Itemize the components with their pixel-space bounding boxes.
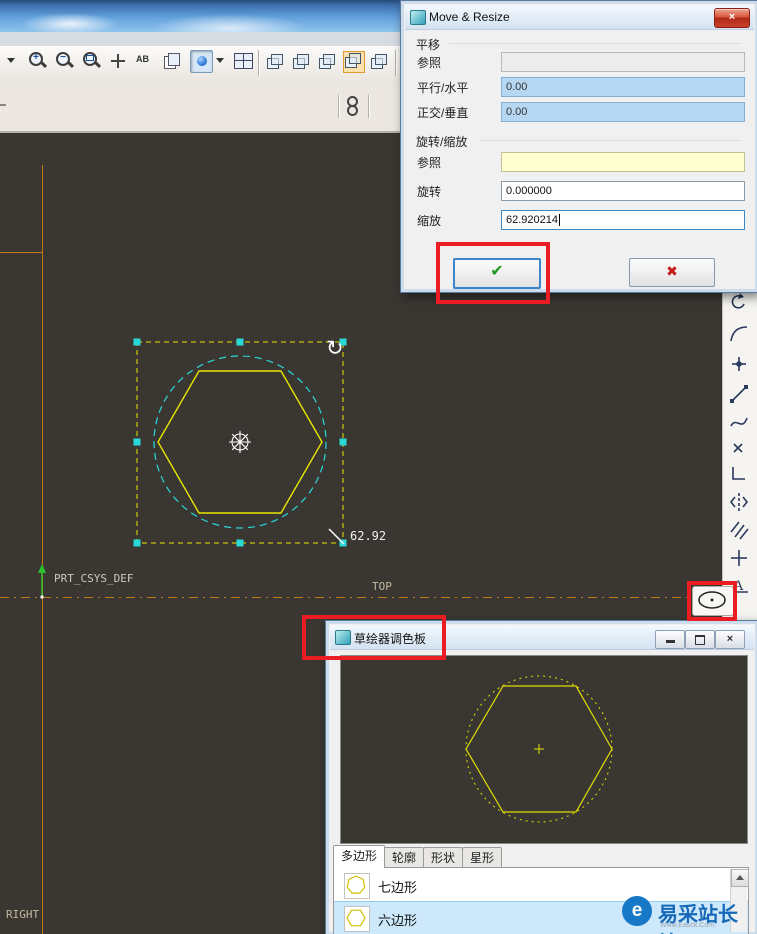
cube-exploded-icon[interactable] [370,53,388,70]
tab-shape[interactable]: 形状 [423,847,464,868]
maximize-button[interactable] [685,630,715,649]
close-icon: × [726,633,734,645]
scroll-up-button[interactable] [731,869,749,887]
tab-polygon[interactable]: 多边形 [333,845,386,868]
scroll-up-icon [736,875,744,880]
corner-icon[interactable] [727,462,753,488]
top-datum-label: TOP [372,580,392,593]
ref-label: 参照 [417,56,442,70]
mirror-icon[interactable] [727,490,753,516]
scale-label: 缩放 [417,214,442,228]
cube-wireframe-icon[interactable] [266,53,284,70]
palette-title: 草绘器调色板 [354,632,427,646]
main-toolbar: + − AB [0,46,400,83]
hexagon-thumb [344,906,370,932]
ref2-input[interactable] [501,152,745,172]
x-icon: ✖ [666,263,678,279]
palette-close-button[interactable]: × [715,630,745,649]
cube-hidden-line-icon[interactable] [292,53,310,70]
shaded-display-toggle[interactable] [190,50,213,73]
hatch-icon[interactable] [727,518,753,544]
dropdown-caret-icon[interactable] [7,58,15,63]
check-icon: ✔ [490,263,504,280]
sketcher-palette-dialog: 草绘器调色板 × 多边形 轮廓 形状 星形 七边形 六边形 [325,620,757,934]
section-outline-vertical [42,165,43,934]
dialog-app-icon [410,10,426,25]
center-anchor-icon [229,431,251,453]
palette-app-icon [335,630,351,645]
tab-profile[interactable]: 轮廓 [384,847,425,868]
ellipse-icon [698,591,726,609]
palette-titlebar[interactable]: 草绘器调色板 × [330,625,754,650]
preview-center-cross [534,744,544,754]
refit-icon[interactable] [110,53,126,69]
app-root: PRT_CSYS_DEF TOP RIGHT 62.92 ↻ + − AB A … [0,0,757,934]
section-outline-horizontal [0,252,43,253]
delete-segment-icon[interactable] [727,437,753,463]
rotate-resize-icon[interactable] [727,292,753,318]
horizontal-input[interactable]: 0.00 [501,77,745,97]
annotate-ab-icon[interactable]: AB [136,54,149,64]
list-item-heptagon[interactable]: 七边形 [334,869,748,901]
zoom-out-icon[interactable]: − [55,51,75,71]
layers-icon[interactable] [164,53,180,69]
ok-button[interactable]: ✔ [453,258,541,289]
zoom-window-icon[interactable] [82,51,102,71]
minimize-button[interactable] [655,630,685,649]
rotate-handle-icon: ↻ [326,337,344,360]
plus-icon[interactable] [727,546,753,572]
cube-no-hidden-icon[interactable] [318,53,336,70]
rotate-scale-group-label: 旋转/缩放 [416,135,468,149]
translate-group-label: 平移 [416,38,441,52]
watermark-badge: e [622,896,652,926]
maximize-icon [695,635,705,645]
vertical-input[interactable]: 0.00 [501,102,745,122]
arc-icon[interactable] [727,322,753,348]
minimize-icon [665,640,675,643]
scale-handle-icon [328,528,345,545]
watermark-sub: Www.Easck.Com [660,922,715,929]
cancel-button[interactable]: ✖ [629,258,715,287]
ref2-label: 参照 [417,156,442,170]
move-resize-titlebar[interactable]: Move & Resize × [405,5,754,30]
csys-label: PRT_CSYS_DEF [54,572,134,585]
rotate-input[interactable]: 0.000000 [501,181,745,201]
shape-preview [340,655,748,844]
dialog-title: Move & Resize [429,10,510,24]
point-icon[interactable] [727,352,753,378]
zoom-in-icon[interactable]: + [28,51,48,71]
spline-points-icon[interactable] [347,96,358,116]
close-button[interactable]: × [714,8,750,28]
cube-shaded-icon[interactable] [343,51,365,73]
rotate-label: 旋转 [417,185,442,199]
close-icon: × [728,11,736,23]
move-resize-dialog: Move & Resize × 平移 参照 平行/水平 0.00 正交/垂直 0… [400,0,757,293]
secondary-toolbar [0,82,400,133]
desktop-wallpaper [0,0,400,32]
text-caret [559,214,560,227]
right-datum-label: RIGHT [6,908,40,921]
blue-dot-icon [196,56,207,66]
horizontal-label: 平行/水平 [417,81,469,95]
ellipse-tool-button[interactable] [692,586,734,616]
top-datum-line [0,597,757,598]
spline-icon[interactable] [727,410,753,436]
scale-input[interactable]: 62.920214 [501,210,745,230]
line-icon[interactable] [727,382,753,408]
named-views-icon[interactable] [234,53,253,69]
window-chrome-strip [0,32,400,47]
heptagon-thumb [344,873,370,899]
tab-star[interactable]: 星形 [462,847,503,868]
ref-input[interactable] [501,52,745,72]
vertical-label: 正交/垂直 [417,106,469,120]
dropdown-caret-icon[interactable] [216,58,224,63]
selected-hexagon-sketch[interactable]: ↻ [120,325,370,560]
